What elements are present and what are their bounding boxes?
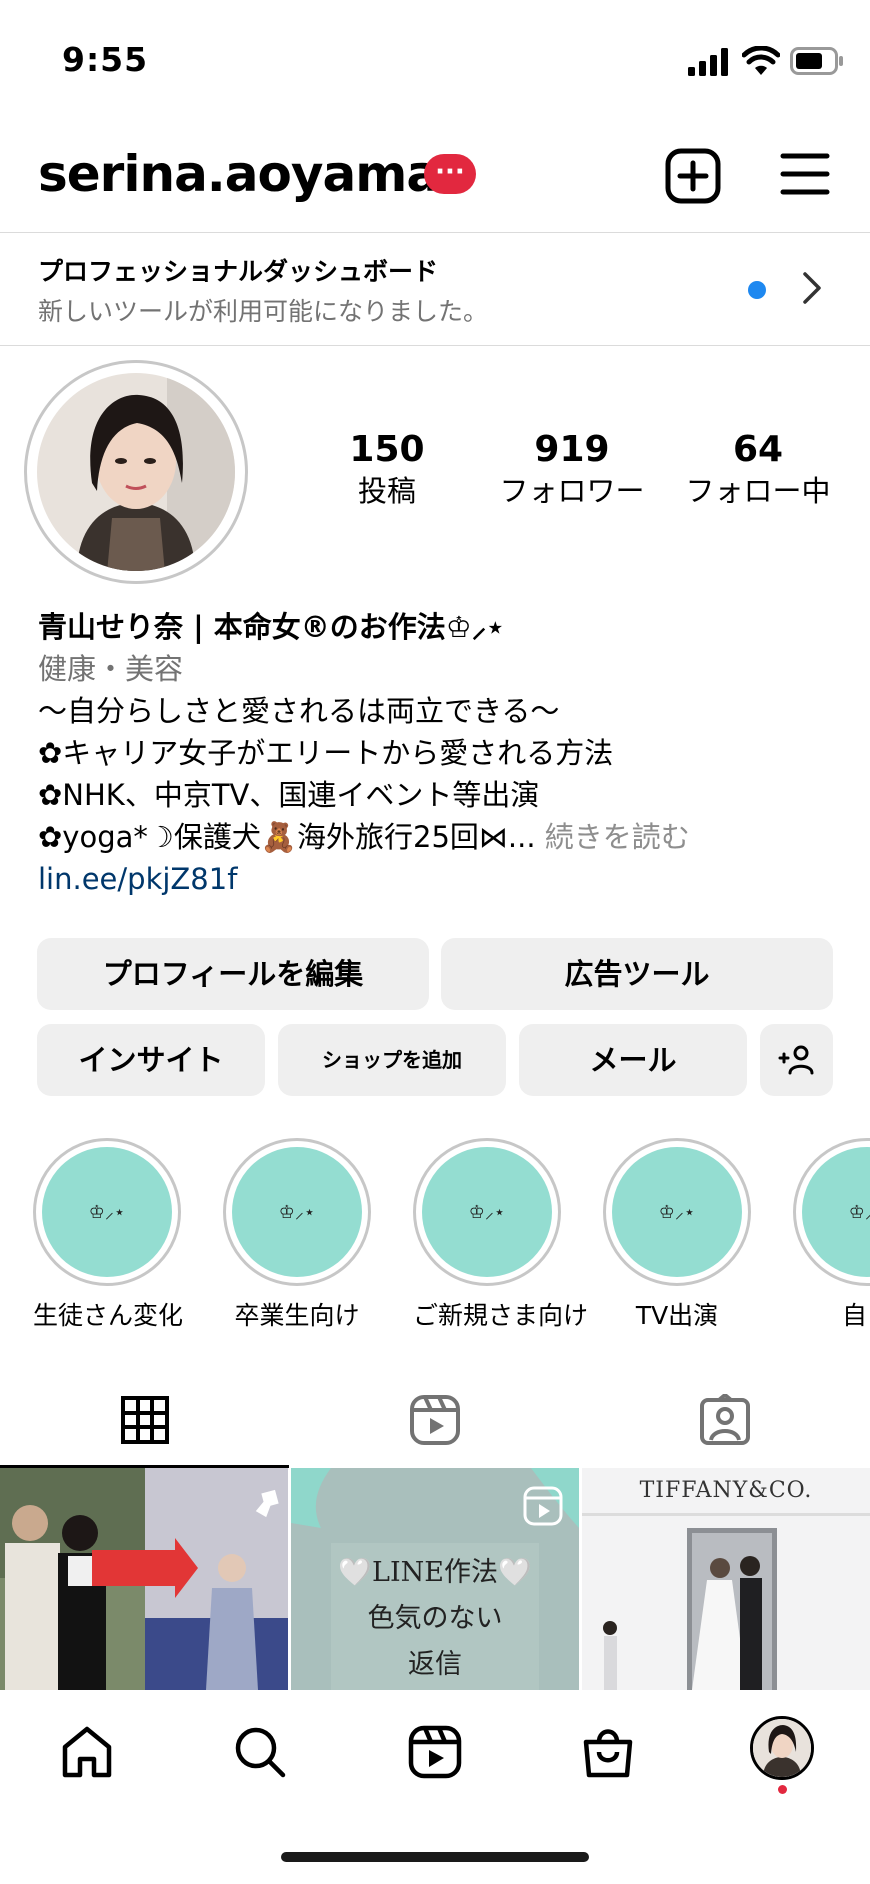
- tab-reels[interactable]: [290, 1380, 580, 1460]
- post-caption-line: 色気のない: [367, 1603, 503, 1634]
- highlight-ring: ♔⸝⋆: [413, 1138, 561, 1286]
- highlight-item[interactable]: ♔⸝⋆ 自己: [793, 1138, 870, 1332]
- stat-value: 64: [732, 429, 784, 470]
- bio-line-text: ✿yoga*☽保護犬🧸海外旅行25回⋈...: [38, 820, 536, 854]
- highlight-cover: ♔⸝⋆: [422, 1147, 552, 1277]
- highlight-item[interactable]: ♔⸝⋆ ご新規さま向け: [413, 1138, 589, 1332]
- divider: [0, 345, 870, 346]
- status-time: 9:55: [62, 40, 149, 79]
- stat-label: フォロー中: [685, 474, 831, 508]
- posts-count[interactable]: 150 投稿: [327, 428, 447, 510]
- profile-notification-dot: [778, 1785, 787, 1794]
- bio-line: 〜自分らしさと愛されるは両立できる〜: [38, 694, 560, 728]
- nav-shop[interactable]: [568, 1712, 648, 1792]
- more-options-badge[interactable]: ···: [424, 154, 476, 194]
- profile-username[interactable]: serina.aoyama: [38, 145, 440, 203]
- post-tile[interactable]: 🤍LINE作法🤍 色気のない 返信: [291, 1468, 579, 1690]
- post-caption-line: 返信: [408, 1649, 462, 1680]
- email-button[interactable]: メール: [519, 1024, 747, 1096]
- home-indicator: [281, 1852, 589, 1862]
- tab-tagged[interactable]: [580, 1380, 870, 1460]
- chevron-right-icon[interactable]: [800, 270, 824, 306]
- nav-profile[interactable]: [750, 1716, 814, 1780]
- nav-search[interactable]: [220, 1712, 300, 1792]
- read-more-link[interactable]: 続きを読む: [536, 820, 690, 854]
- highlight-cover: ♔⸝⋆: [232, 1147, 362, 1277]
- bio-line: ✿yoga*☽保護犬🧸海外旅行25回⋈... 続きを読む: [38, 816, 690, 858]
- highlight-cover: ♔⸝⋆: [42, 1147, 172, 1277]
- highlight-label: TV出演: [635, 1301, 719, 1330]
- highlight-item[interactable]: ♔⸝⋆ 生徒さん変化: [33, 1138, 184, 1332]
- post-caption-line: 🤍LINE作法🤍: [338, 1557, 532, 1588]
- pro-dashboard-title: プロフェッショナルダッシュボード: [38, 257, 439, 286]
- add-person-icon: [778, 1045, 813, 1075]
- pro-dashboard-subtitle: 新しいツールが利用可能になりました。: [38, 297, 489, 326]
- highlight-item-clip: ♔⸝⋆ 自己: [793, 1138, 870, 1338]
- nav-home[interactable]: [47, 1712, 127, 1792]
- post-tile[interactable]: TIFFANY&CO.: [582, 1468, 870, 1690]
- menu-icon[interactable]: [780, 150, 830, 198]
- highlight-cover: ♔⸝⋆: [612, 1147, 742, 1277]
- highlight-label: 卒業生向け: [234, 1301, 360, 1330]
- followers-count[interactable]: 919 フォロワー: [492, 428, 652, 510]
- grid-icon: [120, 1396, 169, 1444]
- highlight-ring: ♔⸝⋆: [793, 1138, 870, 1286]
- add-shop-button[interactable]: ショップを追加: [278, 1024, 506, 1096]
- highlight-item[interactable]: ♔⸝⋆ 卒業生向け: [223, 1138, 371, 1332]
- highlight-ring: ♔⸝⋆: [33, 1138, 181, 1286]
- highlight-label: 自己: [841, 1301, 870, 1330]
- highlight-ring: ♔⸝⋆: [223, 1138, 371, 1286]
- tab-grid[interactable]: [0, 1380, 289, 1460]
- signal-icon: [688, 48, 732, 80]
- following-count[interactable]: 64 フォロー中: [678, 428, 838, 510]
- stat-value: 150: [349, 429, 425, 470]
- notification-dot: [748, 281, 766, 299]
- reels-icon: [408, 1725, 462, 1779]
- wifi-icon: [741, 45, 781, 80]
- highlight-item[interactable]: ♔⸝⋆ TV出演: [603, 1138, 751, 1332]
- stat-value: 919: [534, 429, 610, 470]
- discover-people-button[interactable]: [760, 1024, 833, 1096]
- avatar[interactable]: [37, 373, 235, 571]
- home-icon: [62, 1726, 112, 1778]
- nav-reels[interactable]: [395, 1712, 475, 1792]
- ad-tools-button[interactable]: 広告ツール: [441, 938, 833, 1010]
- tagged-icon: [700, 1394, 750, 1445]
- insights-button[interactable]: インサイト: [37, 1024, 265, 1096]
- highlight-label: ご新規さま向け: [413, 1301, 589, 1330]
- post-tile[interactable]: [0, 1468, 288, 1690]
- shop-icon: [583, 1729, 633, 1778]
- add-post-icon[interactable]: [665, 148, 721, 204]
- stat-label: 投稿: [357, 474, 416, 508]
- profile-avatar-icon: [753, 1719, 811, 1777]
- bio-name: 青山せり奈 | 本命女®のお作法♔⸝⋆: [38, 610, 505, 644]
- bio-line: ✿キャリア女子がエリートから愛される方法: [38, 736, 614, 770]
- bio-link[interactable]: lin.ee/pkjZ81f: [38, 858, 237, 900]
- highlight-ring: ♔⸝⋆: [603, 1138, 751, 1286]
- highlight-label: 生徒さん変化: [33, 1301, 184, 1330]
- stat-label: フォロワー: [499, 474, 645, 508]
- search-icon: [235, 1727, 286, 1778]
- highlight-cover: ♔⸝⋆: [802, 1147, 870, 1277]
- battery-icon: [790, 47, 844, 79]
- reel-badge-icon: [523, 1486, 563, 1526]
- bio-line: ✿NHK、中京TV、国連イベント等出演: [38, 778, 540, 812]
- edit-profile-button[interactable]: プロフィールを編集: [37, 938, 429, 1010]
- bio-category: 健康・美容: [38, 652, 184, 686]
- professional-dashboard[interactable]: [0, 233, 870, 345]
- reels-icon: [410, 1395, 460, 1445]
